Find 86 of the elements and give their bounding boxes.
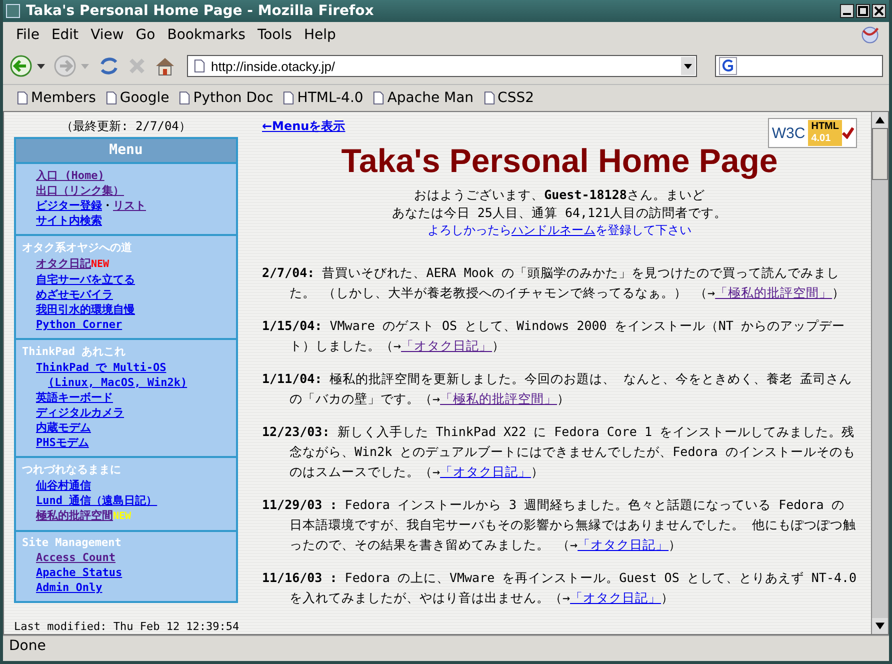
window-icon[interactable]: [6, 4, 20, 18]
last-modified-text: Last modified: Thu Feb 12 12:39:54: [14, 620, 238, 634]
news-entry: 1/11/04: 極私的批評空間を更新しました。今回のお題は、 なんと、今をときめく、養老 孟司さんの「バカの壁」です。（→「極私的批評空間」）: [262, 370, 853, 408]
sidebar-link[interactable]: サイト内検索: [36, 214, 102, 227]
show-menu-link[interactable]: ←Menuを表示: [262, 118, 346, 135]
news-link[interactable]: 「オタク日記」: [570, 590, 662, 605]
scroll-up-icon[interactable]: [872, 112, 888, 128]
menu-item[interactable]: View: [86, 27, 131, 43]
sidebar-link[interactable]: 出口（リンク集）: [36, 184, 124, 197]
address-field[interactable]: http://inside.otacky.jp/: [187, 55, 697, 77]
section-heading: ThinkPad あれこれ: [22, 344, 127, 359]
minimize-icon[interactable]: [840, 4, 854, 18]
page-icon: [17, 91, 28, 105]
sidebar-link[interactable]: リスト: [113, 199, 146, 212]
globe-icon: [859, 24, 881, 46]
sidebar-link[interactable]: Lund 通信（遠島日記）: [36, 494, 158, 507]
sidebar-link[interactable]: 極私的批評空間: [36, 509, 113, 522]
sidebar-link[interactable]: 入口 (Home): [36, 169, 104, 182]
register-text: よろしかったらハンドルネーム を登録して下さい: [426, 222, 692, 239]
sidebar-link[interactable]: 内蔵モデム: [36, 421, 91, 434]
sidebar-link[interactable]: Python Corner: [36, 318, 122, 331]
page-icon: [283, 91, 294, 105]
sidebar-link[interactable]: めざせモバイラ: [36, 288, 113, 301]
menu-item[interactable]: Bookmarks: [162, 27, 252, 43]
sidebar-link[interactable]: 仙谷村通信: [36, 479, 91, 492]
menu-item[interactable]: Go: [130, 27, 162, 43]
sidebar-link[interactable]: ビジター登録: [36, 199, 102, 212]
search-field[interactable]: [715, 55, 883, 77]
sidebar-link[interactable]: ThinkPad で Multi-OS: [36, 361, 166, 374]
new-label: NEW: [91, 259, 110, 270]
sidebar-link[interactable]: 自宅サーバを立てる: [36, 273, 135, 286]
page-icon: [373, 91, 384, 105]
scrollbar-thumb[interactable]: [872, 128, 888, 180]
news-link[interactable]: 「極私的批評空間」: [440, 391, 558, 406]
news-link[interactable]: 「極私的批評空間」: [715, 285, 832, 300]
page-icon: [106, 91, 117, 105]
bookmark-item[interactable]: HTML-4.0: [283, 90, 364, 106]
page-icon: [179, 91, 190, 105]
news-link[interactable]: 「オタク日記」: [401, 338, 492, 353]
caret-icon[interactable]: [37, 64, 45, 68]
separator-text: ・: [102, 199, 113, 212]
bookmark-item[interactable]: CSS2: [484, 90, 534, 106]
menu-item[interactable]: Help: [298, 27, 343, 43]
new-label: NEW: [113, 511, 132, 522]
google-g-icon[interactable]: [719, 57, 737, 75]
sidebar-link[interactable]: Access Count: [36, 551, 116, 564]
menu-item[interactable]: Tools: [252, 27, 299, 43]
sidebar-link[interactable]: Admin Only: [36, 581, 102, 594]
menu-heading: Menu: [16, 139, 236, 164]
last-updated-text: （最終更新: 2/7/04）: [60, 118, 192, 135]
dropdown-icon[interactable]: [681, 57, 695, 75]
close-icon[interactable]: [872, 4, 886, 18]
bookmark-item[interactable]: Python Doc: [179, 90, 274, 106]
sidebar-link[interactable]: 英語キーボード: [36, 391, 113, 404]
bookmark-item[interactable]: Apache Man: [373, 90, 474, 106]
page-icon: [484, 91, 495, 105]
section-heading: つれづれなるままに: [22, 462, 122, 477]
menu-item[interactable]: Edit: [46, 27, 86, 43]
vertical-scrollbar[interactable]: [871, 112, 888, 634]
news-entry: 11/29/03 : Fedora インストールから 3 週間経ちました。色々と話題になっている Fedora の日本語環境ですが、我自宅サーバもその影響から無縁ではありませんでした。 他にもぽつぽつ触ったので、その結果を書き留めてみました。 （→「オタク日記」）: [262, 496, 857, 554]
sidebar-link[interactable]: Apache Status: [36, 566, 122, 579]
news-entry: 2/7/04: 昔買いそびれた、AERA Mook の「頭脳学のみかた」を見つけたので買って読んでみました。 （しかし、大半が養老教授へのイチャモンで終ってるなぁ。） （→「極私的批評空間」）: [262, 264, 846, 302]
greeting-text: おはようございます、Guest-18128さん。まいど: [413, 186, 706, 204]
status-text: Done: [9, 638, 46, 654]
news-link[interactable]: 「オタク日記」: [440, 464, 532, 479]
handle-name-link[interactable]: ハンドルネーム: [512, 223, 596, 237]
section-heading: オタク系オヤジへの道: [22, 240, 133, 255]
menu-item[interactable]: File: [11, 27, 46, 43]
news-entry: 12/23/03: 新しく入手した ThinkPad X22 に Fedora Core 1 をインストールしてみました。残念ながら、Win2k とのデュアルブートにはできませんでしたが、Fedora のインストールそのものはスムースでした。（→「オタク日記」）: [262, 423, 856, 481]
scroll-down-icon[interactable]: [872, 618, 888, 634]
page-icon: [194, 59, 205, 73]
back-button[interactable]: [9, 54, 33, 78]
sidebar-link[interactable]: PHSモデム: [36, 436, 89, 449]
greeting-text: あなたは今日 25人目、通算 64,121人目の訪問者です。: [390, 204, 728, 222]
bookmark-item[interactable]: Google: [106, 90, 170, 106]
sidebar-link[interactable]: ディジタルカメラ: [36, 406, 124, 419]
sidebar-link[interactable]: (Linux, MacOS, Win2k): [48, 376, 188, 389]
maximize-icon[interactable]: [856, 4, 870, 18]
news-entry: 1/15/04: VMware のゲスト OS として、Windows 2000 をインストール（NT からのアップデート）しました。（→「オタク日記」）: [262, 317, 846, 355]
news-link[interactable]: 「オタク日記」: [578, 537, 669, 552]
window-title: Taka's Personal Home Page - Mozilla Firefox: [26, 3, 375, 19]
news-entry: 11/16/03 : Fedora の上に、VMware を再インストール。Guest OS として、とりあえず NT-4.0 を入れてみましたが、やはり音は出ません。（→「オタク日記」）: [262, 569, 857, 607]
sidebar-link[interactable]: 我田引水的環境自慢: [36, 303, 135, 316]
section-heading: Site Management: [22, 536, 122, 549]
sidebar-link[interactable]: オタク日記: [36, 257, 91, 270]
bookmark-item[interactable]: Members: [17, 90, 96, 106]
